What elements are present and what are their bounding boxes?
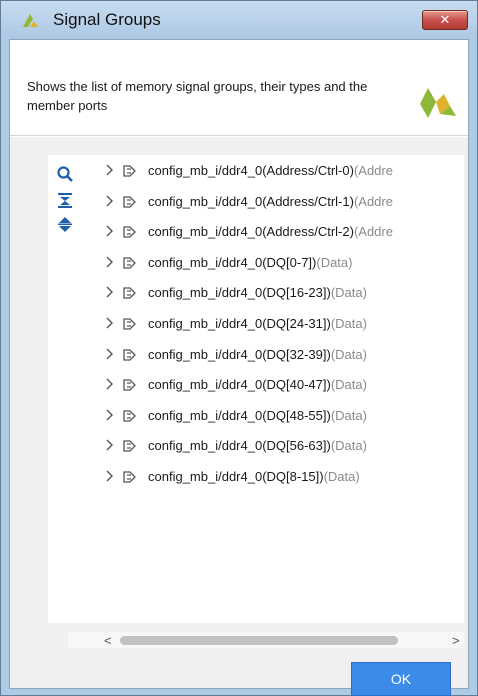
chevron-right-icon[interactable] <box>104 438 114 452</box>
tree-row[interactable]: config_mb_i/ddr4_0(DQ[48-55])(Data) <box>80 406 464 426</box>
signal-group-type: (Addre <box>353 224 393 240</box>
expand-all-icon[interactable] <box>56 215 74 233</box>
signal-group-type: (Data) <box>330 377 367 393</box>
signal-group-type: (Data) <box>316 254 353 270</box>
signal-group-icon <box>123 195 136 208</box>
signal-group-name: config_mb_i/ddr4_0(DQ[0-7]) <box>148 254 317 270</box>
signal-group-type: (Data) <box>323 469 360 484</box>
tree-row[interactable]: config_mb_i/ddr4_0(DQ[24-31])(Data) <box>80 314 464 334</box>
close-button[interactable]: ✕ <box>422 10 468 30</box>
signal-group-icon <box>123 471 136 483</box>
scrollbar-thumb[interactable] <box>120 636 398 645</box>
dialog-client-area: Shows the list of memory signal groups, … <box>9 39 469 696</box>
vivado-logo-icon <box>420 88 456 118</box>
dialog-description: Shows the list of memory signal groups, … <box>27 79 368 113</box>
window-title: Signal Groups <box>53 10 161 29</box>
chevron-right-icon[interactable] <box>104 408 114 422</box>
signal-group-icon <box>123 410 136 422</box>
chevron-right-icon[interactable] <box>104 377 114 391</box>
signal-group-icon <box>123 257 136 269</box>
signal-groups-dialog: Signal Groups ✕ Shows the list of memory… <box>0 0 478 696</box>
signal-group-name: config_mb_i/ddr4_0(Address/Ctrl-1) <box>148 193 354 209</box>
dialog-body: config_mb_i/ddr4_0(Address/Ctrl-0)(Addre… <box>10 137 468 696</box>
signal-group-type: (Data) <box>330 316 367 331</box>
signal-group-icon <box>123 379 136 391</box>
chevron-right-icon[interactable] <box>104 316 114 330</box>
signal-group-icon <box>123 348 136 361</box>
signal-group-type: (Addre <box>353 163 393 178</box>
scroll-right-icon[interactable]: > <box>452 633 460 648</box>
chevron-right-icon[interactable] <box>104 163 114 177</box>
tree-row[interactable]: config_mb_i/ddr4_0(DQ[32-39])(Data) <box>80 345 464 365</box>
signal-group-label: config_mb_i/ddr4_0(DQ[56-63])(Data) <box>148 438 367 453</box>
search-icon[interactable] <box>56 165 74 183</box>
tree-rows: config_mb_i/ddr4_0(Address/Ctrl-0)(Addre… <box>80 155 464 605</box>
signal-group-label: config_mb_i/ddr4_0(DQ[32-39])(Data) <box>148 347 367 362</box>
tree-row[interactable]: config_mb_i/ddr4_0(Address/Ctrl-1)(Addre <box>80 192 464 212</box>
signal-group-label: config_mb_i/ddr4_0(DQ[40-47])(Data) <box>148 377 367 392</box>
signal-group-name: config_mb_i/ddr4_0(DQ[48-55]) <box>148 407 331 423</box>
signal-group-name: config_mb_i/ddr4_0(Address/Ctrl-0) <box>148 163 354 178</box>
chevron-right-icon[interactable] <box>104 255 114 269</box>
vivado-logo-icon <box>23 14 38 27</box>
chevron-right-icon[interactable] <box>104 285 114 299</box>
signal-group-type: (Data) <box>330 407 367 423</box>
ok-button[interactable]: OK <box>351 662 451 696</box>
signal-group-type: (Data) <box>330 285 367 301</box>
chevron-right-icon[interactable] <box>104 469 114 483</box>
tree-row[interactable]: config_mb_i/ddr4_0(DQ[16-23])(Data) <box>80 283 464 303</box>
signal-group-name: config_mb_i/ddr4_0(Address/Ctrl-2) <box>148 224 354 240</box>
signal-group-label: config_mb_i/ddr4_0(DQ[8-15])(Data) <box>148 469 360 484</box>
tree-toolbar <box>48 155 80 275</box>
chevron-right-icon[interactable] <box>104 347 114 361</box>
signal-group-label: config_mb_i/ddr4_0(Address/Ctrl-0)(Addre <box>148 163 393 178</box>
close-icon: ✕ <box>439 12 451 27</box>
signal-group-type: (Data) <box>330 438 367 454</box>
signal-group-name: config_mb_i/ddr4_0(DQ[16-23]) <box>148 285 331 301</box>
signal-group-icon <box>123 440 136 453</box>
tree-row[interactable]: config_mb_i/ddr4_0(DQ[56-63])(Data) <box>80 436 464 456</box>
signal-group-icon <box>123 226 136 238</box>
tree-row[interactable]: config_mb_i/ddr4_0(Address/Ctrl-2)(Addre <box>80 222 464 242</box>
signal-group-type: (Addre <box>353 193 393 209</box>
signal-group-name: config_mb_i/ddr4_0(DQ[40-47]) <box>148 377 331 393</box>
tree-row[interactable]: config_mb_i/ddr4_0(DQ[8-15])(Data) <box>80 467 464 487</box>
signal-group-label: config_mb_i/ddr4_0(DQ[24-31])(Data) <box>148 316 367 331</box>
signal-group-label: config_mb_i/ddr4_0(Address/Ctrl-2)(Addre <box>148 224 393 239</box>
signal-group-icon <box>123 287 136 300</box>
signal-group-name: config_mb_i/ddr4_0(DQ[56-63]) <box>148 438 331 454</box>
signal-group-label: config_mb_i/ddr4_0(DQ[16-23])(Data) <box>148 285 367 300</box>
tree-row[interactable]: config_mb_i/ddr4_0(DQ[0-7])(Data) <box>80 253 464 273</box>
title-bar[interactable]: Signal Groups ✕ <box>1 1 477 39</box>
horizontal-scrollbar[interactable]: < > <box>68 632 464 648</box>
signal-group-name: config_mb_i/ddr4_0(DQ[32-39]) <box>148 346 331 362</box>
signal-group-label: config_mb_i/ddr4_0(Address/Ctrl-1)(Addre <box>148 194 393 209</box>
signal-group-icon <box>123 318 136 330</box>
signal-group-name: config_mb_i/ddr4_0(DQ[24-31]) <box>148 316 331 331</box>
collapse-all-icon[interactable] <box>56 191 74 209</box>
signal-group-name: config_mb_i/ddr4_0(DQ[8-15]) <box>148 469 324 484</box>
chevron-right-icon[interactable] <box>104 194 114 208</box>
chevron-right-icon[interactable] <box>104 224 114 238</box>
signal-group-label: config_mb_i/ddr4_0(DQ[0-7])(Data) <box>148 255 352 270</box>
signal-group-label: config_mb_i/ddr4_0(DQ[48-55])(Data) <box>148 408 367 423</box>
signal-group-type: (Data) <box>330 346 367 362</box>
scroll-left-icon[interactable]: < <box>104 633 112 648</box>
signal-group-icon <box>123 165 136 177</box>
tree-row[interactable]: config_mb_i/ddr4_0(DQ[40-47])(Data) <box>80 375 464 395</box>
dialog-header: Shows the list of memory signal groups, … <box>10 40 468 136</box>
tree-row[interactable]: config_mb_i/ddr4_0(Address/Ctrl-0)(Addre <box>80 161 464 181</box>
